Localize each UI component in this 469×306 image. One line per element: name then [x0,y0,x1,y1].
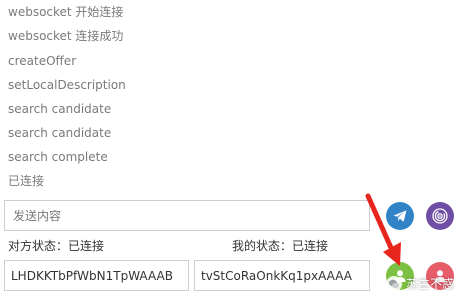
log-line: search candidate [8,102,112,116]
log-line: setLocalDescription [8,78,126,92]
log-line: createOffer [8,54,77,68]
my-status: 我的状态：已连接 [232,239,329,253]
log-line: websocket 连接成功 [8,29,124,43]
log-line: search candidate [8,126,112,140]
hangup-button[interactable] [426,262,454,290]
message-input[interactable] [4,200,370,231]
log-line: search complete [8,150,108,164]
share-button[interactable] [426,202,454,230]
log-line: websocket 开始连接 [8,5,124,19]
my-id-field[interactable] [194,260,370,291]
webrtc-demo-page: websocket 开始连接 websocket 连接成功 createOffe… [0,0,469,306]
user-hangup-icon [434,270,446,282]
peer-id-field[interactable] [4,260,189,291]
call-button[interactable] [386,262,414,290]
log-line: 已连接 [8,174,45,188]
peer-status: 对方状态：已连接 [8,239,105,253]
fingerprint-icon [432,208,448,224]
user-call-icon [394,270,406,282]
paper-plane-icon [393,210,407,222]
send-button[interactable] [386,202,414,230]
